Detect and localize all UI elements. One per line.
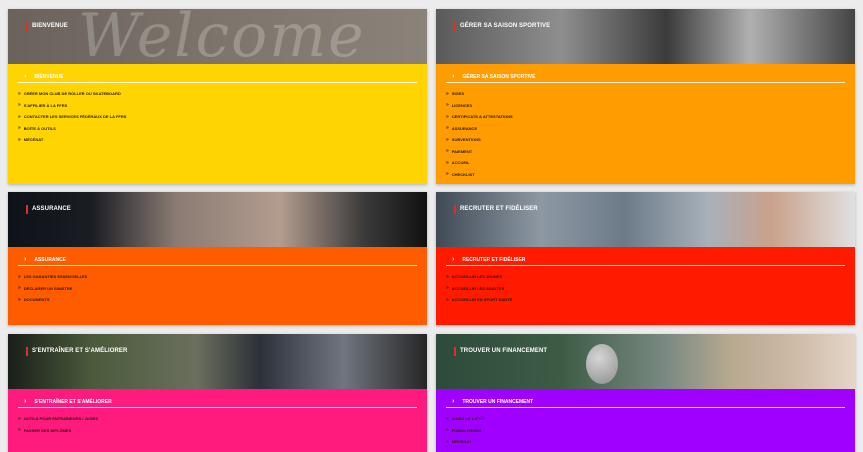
list-item[interactable]: » SIGES <box>446 88 513 100</box>
list-item[interactable]: » ACCUEILLIR LES JEUNES <box>446 271 512 283</box>
card-hero-image: TROUVER UN FINANCEMENT <box>436 334 855 389</box>
list-item[interactable]: » MÉCÉNAT <box>446 436 485 448</box>
list-item[interactable]: » PASSER DES DIPLÔMES <box>18 425 98 437</box>
list-item[interactable]: » ACCUEIL <box>446 157 513 169</box>
card-hero-title[interactable]: S'ENTRAÎNER ET S'AMÉLIORER <box>26 347 127 356</box>
list-item[interactable]: » LICENCES <box>446 100 513 112</box>
list-item[interactable]: » FONDS PRIVÉS <box>446 425 485 437</box>
section-header[interactable]: › BIENVENUE <box>18 71 417 83</box>
list-item[interactable]: » CHECKLIST <box>446 169 513 181</box>
arrow-bullet-icon: » <box>446 415 449 422</box>
card-recruter: RECRUTER ET FIDÉLISER › RECRUTER ET FIDÉ… <box>436 192 855 325</box>
card-body: › ASSURANCE » LES GARANTIES ESSENTIELLES … <box>8 247 427 325</box>
arrow-bullet-icon: » <box>18 113 21 120</box>
arrow-bullet-icon: » <box>446 159 449 166</box>
card-body: › S'ENTRAÎNER ET S'AMÉLIORER » OUTILS POU… <box>8 389 427 452</box>
section-title: TROUVER UN FINANCEMENT <box>462 398 534 405</box>
card-financement: TROUVER UN FINANCEMENT › TROUVER UN FINA… <box>436 334 855 452</box>
arrow-bullet-icon: » <box>446 273 449 280</box>
category-grid: Welcome BIENVENUE › BIENVENUE » CRÉER MON… <box>0 0 863 452</box>
card-body: › TROUVER UN FINANCEMENT » AIDES DE L'ÉTA… <box>436 389 855 452</box>
card-hero-title[interactable]: TROUVER UN FINANCEMENT <box>454 347 547 356</box>
arrow-bullet-icon: » <box>18 296 21 303</box>
list-item[interactable]: » OUTILS POUR ENTRAÎNEURS / JUGES <box>18 413 98 425</box>
card-entrainer: S'ENTRAÎNER ET S'AMÉLIORER › S'ENTRAÎNER… <box>8 334 427 452</box>
list-item[interactable]: » LES GARANTIES ESSENTIELLES <box>18 271 87 283</box>
welcome-script-text: Welcome <box>78 9 366 64</box>
arrow-bullet-icon: » <box>446 113 449 120</box>
section-header[interactable]: › S'ENTRAÎNER ET S'AMÉLIORER <box>18 396 417 408</box>
arrow-bullet-icon: » <box>18 102 21 109</box>
list-item[interactable]: » ASSURANCE <box>446 123 513 135</box>
section-header[interactable]: › RECRUTER ET FIDÉLISER <box>446 254 845 266</box>
card-bienvenue: Welcome BIENVENUE › BIENVENUE » CRÉER MON… <box>8 9 427 184</box>
link-list: » ACCUEILLIR LES JEUNES » ACCUEILLIR LES A… <box>446 271 512 306</box>
list-item[interactable]: » DOCUMENTS <box>18 294 87 306</box>
arrow-bullet-icon: » <box>18 136 21 143</box>
list-item[interactable]: » S'AFFILIER À LA FFRS <box>18 100 126 112</box>
coin-image <box>586 344 618 384</box>
list-item[interactable]: » CERTIFICATS & ATTESTATIONS <box>446 111 513 123</box>
list-item[interactable]: » AIDES DE L'ÉTAT <box>446 413 485 425</box>
list-item[interactable]: » DÉCLARER UN SINISTRE <box>18 283 87 295</box>
arrow-bullet-icon: » <box>446 171 449 178</box>
arrow-bullet-icon: » <box>446 136 449 143</box>
arrow-bullet-icon: » <box>18 125 21 132</box>
link-list: » CRÉER MON CLUB DE ROLLER OU SKATEBOARD … <box>18 88 126 146</box>
list-item[interactable]: » BOÎTE À OUTILS <box>18 123 126 135</box>
chevron-right-icon: › <box>452 73 455 80</box>
list-item[interactable]: » ACCUEILLIR EN SPORT SANTÉ <box>446 294 512 306</box>
arrow-bullet-icon: » <box>446 438 449 445</box>
list-item[interactable]: » MÉCÉNAT <box>18 134 126 146</box>
section-header[interactable]: › ASSURANCE <box>18 254 417 266</box>
list-item[interactable]: » CRÉER MON CLUB DE ROLLER OU SKATEBOARD <box>18 88 126 100</box>
arrow-bullet-icon: » <box>446 102 449 109</box>
card-hero-image: Welcome BIENVENUE <box>8 9 427 64</box>
card-hero-image: GÉRER SA SAISON SPORTIVE <box>436 9 855 64</box>
card-hero-image: S'ENTRAÎNER ET S'AMÉLIORER <box>8 334 427 389</box>
arrow-bullet-icon: » <box>446 148 449 155</box>
list-item[interactable]: » CONTACTER LES SERVICES FÉDÉRAUX DE LA F… <box>18 111 126 123</box>
arrow-bullet-icon: » <box>18 273 21 280</box>
card-hero-image: RECRUTER ET FIDÉLISER <box>436 192 855 247</box>
link-list: » SIGES » LICENCES » CERTIFICATS & ATTESTAT… <box>446 88 513 180</box>
link-list: » AIDES DE L'ÉTAT » FONDS PRIVÉS » MÉCÉNAT <box>446 413 485 448</box>
section-title: ASSURANCE <box>34 256 67 263</box>
chevron-right-icon: › <box>24 398 27 405</box>
link-list: » LES GARANTIES ESSENTIELLES » DÉCLARER UN… <box>18 271 87 306</box>
card-assurance: ASSURANCE › ASSURANCE » LES GARANTIES ESS… <box>8 192 427 325</box>
card-hero-title[interactable]: BIENVENUE <box>26 22 68 31</box>
section-title: BIENVENUE <box>34 73 64 80</box>
list-item[interactable]: » SUBVENTIONS <box>446 134 513 146</box>
arrow-bullet-icon: » <box>18 415 21 422</box>
arrow-bullet-icon: » <box>446 125 449 132</box>
section-title: S'ENTRAÎNER ET S'AMÉLIORER <box>34 398 112 405</box>
card-hero-title[interactable]: GÉRER SA SAISON SPORTIVE <box>454 22 550 31</box>
arrow-bullet-icon: » <box>446 296 449 303</box>
card-gerer-saison: GÉRER SA SAISON SPORTIVE › GÉRER SA SAIS… <box>436 9 855 184</box>
list-item[interactable]: » PAIEMENT <box>446 146 513 158</box>
section-header[interactable]: › GÉRER SA SAISON SPORTIVE <box>446 71 845 83</box>
card-body: › BIENVENUE » CRÉER MON CLUB DE ROLLER OU… <box>8 64 427 184</box>
section-title: GÉRER SA SAISON SPORTIVE <box>462 73 536 80</box>
chevron-right-icon: › <box>452 256 455 263</box>
card-body: › RECRUTER ET FIDÉLISER » ACCUEILLIR LES … <box>436 247 855 325</box>
chevron-right-icon: › <box>24 256 27 263</box>
section-header[interactable]: › TROUVER UN FINANCEMENT <box>446 396 845 408</box>
arrow-bullet-icon: » <box>446 90 449 97</box>
card-hero-title[interactable]: ASSURANCE <box>26 205 71 214</box>
chevron-right-icon: › <box>24 73 27 80</box>
card-hero-image: ASSURANCE <box>8 192 427 247</box>
list-item[interactable]: » ACCUEILLIR LES ADULTES <box>446 283 512 295</box>
chevron-right-icon: › <box>452 398 455 405</box>
card-hero-title[interactable]: RECRUTER ET FIDÉLISER <box>454 205 538 214</box>
arrow-bullet-icon: » <box>446 285 449 292</box>
arrow-bullet-icon: » <box>18 90 21 97</box>
arrow-bullet-icon: » <box>18 427 21 434</box>
card-body: › GÉRER SA SAISON SPORTIVE » SIGES » LICEN… <box>436 64 855 184</box>
link-list: » OUTILS POUR ENTRAÎNEURS / JUGES » PASSER… <box>18 413 98 436</box>
arrow-bullet-icon: » <box>446 427 449 434</box>
section-title: RECRUTER ET FIDÉLISER <box>462 256 526 263</box>
arrow-bullet-icon: » <box>18 285 21 292</box>
